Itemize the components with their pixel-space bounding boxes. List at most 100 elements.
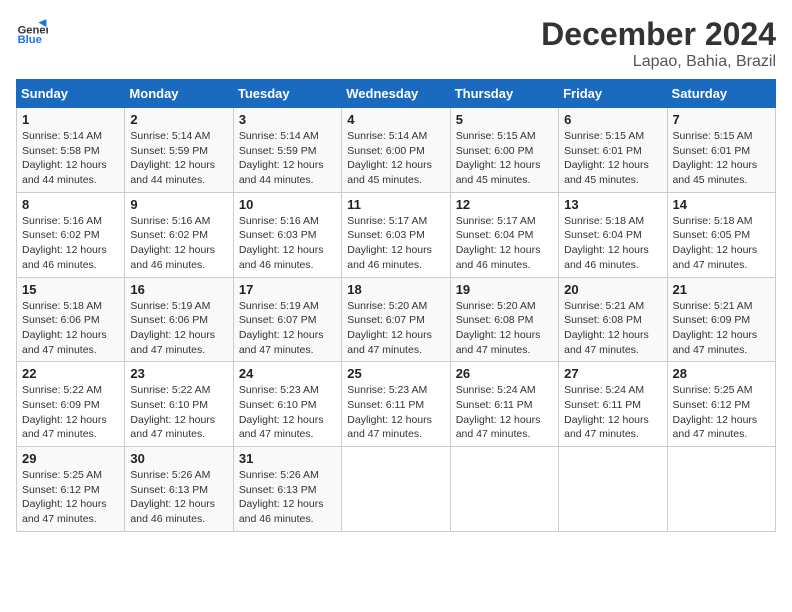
day-number: 12 xyxy=(456,197,553,212)
day-info: Sunrise: 5:14 AMSunset: 6:00 PMDaylight:… xyxy=(347,129,444,188)
day-number: 15 xyxy=(22,282,119,297)
calendar-body: 1 Sunrise: 5:14 AMSunset: 5:58 PMDaylight… xyxy=(17,108,776,532)
day-cell: 19Sunrise: 5:20 AMSunset: 6:08 PMDayligh… xyxy=(450,277,558,362)
day-cell: 22 Sunrise: 5:22 AMSunset: 6:09 PMDayligh… xyxy=(17,362,125,447)
day-info: Sunrise: 5:16 AMSunset: 6:02 PMDaylight:… xyxy=(130,214,227,273)
day-info: Sunrise: 5:14 AMSunset: 5:59 PMDaylight:… xyxy=(130,129,227,188)
day-cell xyxy=(342,447,450,532)
day-info: Sunrise: 5:20 AMSunset: 6:07 PMDaylight:… xyxy=(347,299,444,358)
day-number: 18 xyxy=(347,282,444,297)
day-number: 30 xyxy=(130,451,227,466)
day-info: Sunrise: 5:22 AMSunset: 6:10 PMDaylight:… xyxy=(130,383,227,442)
day-cell xyxy=(450,447,558,532)
day-cell: 11 Sunrise: 5:17 AMSunset: 6:03 PMDayligh… xyxy=(342,192,450,277)
day-number: 9 xyxy=(130,197,227,212)
col-sunday: Sunday xyxy=(17,80,125,108)
day-number: 31 xyxy=(239,451,336,466)
day-cell: 16 Sunrise: 5:19 AMSunset: 6:06 PMDayligh… xyxy=(125,277,233,362)
day-cell: 12 Sunrise: 5:17 AMSunset: 6:04 PMDayligh… xyxy=(450,192,558,277)
day-number: 7 xyxy=(673,112,770,127)
day-number: 22 xyxy=(22,366,119,381)
day-info: Sunrise: 5:17 AMSunset: 6:03 PMDaylight:… xyxy=(347,214,444,273)
day-cell: 8Sunrise: 5:16 AMSunset: 6:02 PMDaylight… xyxy=(17,192,125,277)
day-number: 11 xyxy=(347,197,444,212)
day-number: 28 xyxy=(673,366,770,381)
day-info: Sunrise: 5:24 AMSunset: 6:11 PMDaylight:… xyxy=(564,383,661,442)
day-info: Sunrise: 5:21 AMSunset: 6:09 PMDaylight:… xyxy=(673,299,770,358)
day-info: Sunrise: 5:21 AMSunset: 6:08 PMDaylight:… xyxy=(564,299,661,358)
day-cell: 5Sunrise: 5:15 AMSunset: 6:00 PMDaylight… xyxy=(450,108,558,193)
day-number: 17 xyxy=(239,282,336,297)
day-cell: 29Sunrise: 5:25 AMSunset: 6:12 PMDayligh… xyxy=(17,447,125,532)
week-row-5: 29Sunrise: 5:25 AMSunset: 6:12 PMDayligh… xyxy=(17,447,776,532)
day-info: Sunrise: 5:16 AMSunset: 6:03 PMDaylight:… xyxy=(239,214,336,273)
day-info: Sunrise: 5:17 AMSunset: 6:04 PMDaylight:… xyxy=(456,214,553,273)
day-cell: 20 Sunrise: 5:21 AMSunset: 6:08 PMDayligh… xyxy=(559,277,667,362)
day-info: Sunrise: 5:24 AMSunset: 6:11 PMDaylight:… xyxy=(456,383,553,442)
day-cell: 4 Sunrise: 5:14 AMSunset: 6:00 PMDaylight… xyxy=(342,108,450,193)
day-cell: 3 Sunrise: 5:14 AMSunset: 5:59 PMDaylight… xyxy=(233,108,341,193)
day-cell: 15 Sunrise: 5:18 AMSunset: 6:06 PMDayligh… xyxy=(17,277,125,362)
day-number: 14 xyxy=(673,197,770,212)
day-cell: 1 Sunrise: 5:14 AMSunset: 5:58 PMDaylight… xyxy=(17,108,125,193)
week-row-3: 15 Sunrise: 5:18 AMSunset: 6:06 PMDayligh… xyxy=(17,277,776,362)
day-cell: 21 Sunrise: 5:21 AMSunset: 6:09 PMDayligh… xyxy=(667,277,775,362)
day-number: 16 xyxy=(130,282,227,297)
day-info: Sunrise: 5:22 AMSunset: 6:09 PMDaylight:… xyxy=(22,383,119,442)
day-info: Sunrise: 5:23 AMSunset: 6:11 PMDaylight:… xyxy=(347,383,444,442)
day-number: 3 xyxy=(239,112,336,127)
day-cell: 28Sunrise: 5:25 AMSunset: 6:12 PMDayligh… xyxy=(667,362,775,447)
day-number: 19 xyxy=(456,282,553,297)
day-cell: 10Sunrise: 5:16 AMSunset: 6:03 PMDayligh… xyxy=(233,192,341,277)
day-cell: 23 Sunrise: 5:22 AMSunset: 6:10 PMDayligh… xyxy=(125,362,233,447)
week-row-4: 22 Sunrise: 5:22 AMSunset: 6:09 PMDayligh… xyxy=(17,362,776,447)
day-cell: 26Sunrise: 5:24 AMSunset: 6:11 PMDayligh… xyxy=(450,362,558,447)
day-number: 24 xyxy=(239,366,336,381)
day-info: Sunrise: 5:25 AMSunset: 6:12 PMDaylight:… xyxy=(22,468,119,527)
day-info: Sunrise: 5:26 AMSunset: 6:13 PMDaylight:… xyxy=(130,468,227,527)
day-info: Sunrise: 5:26 AMSunset: 6:13 PMDaylight:… xyxy=(239,468,336,527)
svg-text:Blue: Blue xyxy=(18,34,42,46)
day-info: Sunrise: 5:15 AMSunset: 6:01 PMDaylight:… xyxy=(673,129,770,188)
day-number: 1 xyxy=(22,112,119,127)
day-cell: 18 Sunrise: 5:20 AMSunset: 6:07 PMDayligh… xyxy=(342,277,450,362)
day-number: 20 xyxy=(564,282,661,297)
day-number: 4 xyxy=(347,112,444,127)
day-number: 25 xyxy=(347,366,444,381)
logo: General Blue xyxy=(16,16,48,48)
day-number: 5 xyxy=(456,112,553,127)
col-tuesday: Tuesday xyxy=(233,80,341,108)
day-number: 6 xyxy=(564,112,661,127)
day-info: Sunrise: 5:15 AMSunset: 6:01 PMDaylight:… xyxy=(564,129,661,188)
col-saturday: Saturday xyxy=(667,80,775,108)
day-info: Sunrise: 5:18 AMSunset: 6:05 PMDaylight:… xyxy=(673,214,770,273)
week-row-2: 8Sunrise: 5:16 AMSunset: 6:02 PMDaylight… xyxy=(17,192,776,277)
day-cell: 25 Sunrise: 5:23 AMSunset: 6:11 PMDayligh… xyxy=(342,362,450,447)
day-info: Sunrise: 5:18 AMSunset: 6:04 PMDaylight:… xyxy=(564,214,661,273)
day-number: 21 xyxy=(673,282,770,297)
day-cell: 7 Sunrise: 5:15 AMSunset: 6:01 PMDaylight… xyxy=(667,108,775,193)
day-cell: 24 Sunrise: 5:23 AMSunset: 6:10 PMDayligh… xyxy=(233,362,341,447)
day-cell: 30 Sunrise: 5:26 AMSunset: 6:13 PMDayligh… xyxy=(125,447,233,532)
day-cell: 31 Sunrise: 5:26 AMSunset: 6:13 PMDayligh… xyxy=(233,447,341,532)
day-info: Sunrise: 5:23 AMSunset: 6:10 PMDaylight:… xyxy=(239,383,336,442)
header-row: Sunday Monday Tuesday Wednesday Thursday… xyxy=(17,80,776,108)
day-cell: 14 Sunrise: 5:18 AMSunset: 6:05 PMDayligh… xyxy=(667,192,775,277)
day-number: 27 xyxy=(564,366,661,381)
week-row-1: 1 Sunrise: 5:14 AMSunset: 5:58 PMDaylight… xyxy=(17,108,776,193)
day-info: Sunrise: 5:14 AMSunset: 5:58 PMDaylight:… xyxy=(22,129,119,188)
day-cell xyxy=(559,447,667,532)
day-number: 23 xyxy=(130,366,227,381)
day-number: 2 xyxy=(130,112,227,127)
col-wednesday: Wednesday xyxy=(342,80,450,108)
day-info: Sunrise: 5:19 AMSunset: 6:06 PMDaylight:… xyxy=(130,299,227,358)
day-info: Sunrise: 5:19 AMSunset: 6:07 PMDaylight:… xyxy=(239,299,336,358)
day-cell: 2 Sunrise: 5:14 AMSunset: 5:59 PMDaylight… xyxy=(125,108,233,193)
location-subtitle: Lapao, Bahia, Brazil xyxy=(541,53,776,71)
day-cell xyxy=(667,447,775,532)
month-title: December 2024 xyxy=(541,16,776,53)
day-cell: 17 Sunrise: 5:19 AMSunset: 6:07 PMDayligh… xyxy=(233,277,341,362)
day-info: Sunrise: 5:14 AMSunset: 5:59 PMDaylight:… xyxy=(239,129,336,188)
day-info: Sunrise: 5:18 AMSunset: 6:06 PMDaylight:… xyxy=(22,299,119,358)
col-friday: Friday xyxy=(559,80,667,108)
